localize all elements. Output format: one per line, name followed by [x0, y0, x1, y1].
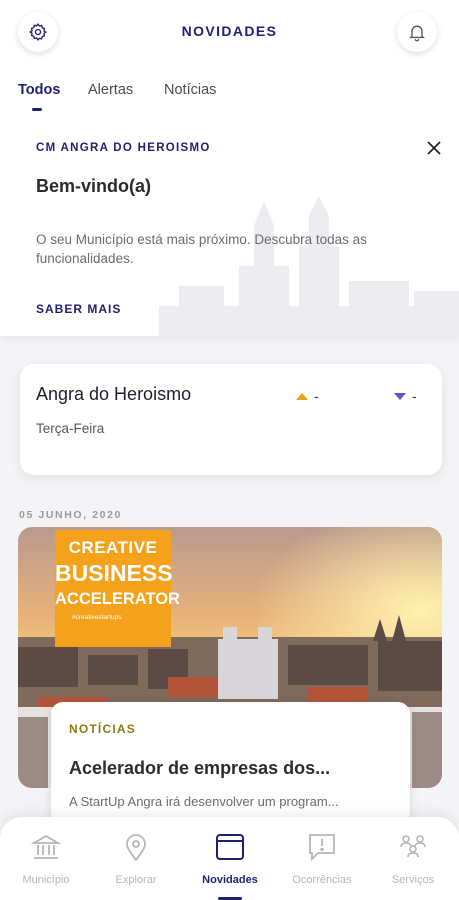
tab-bar: Todos Alertas Notícias — [0, 64, 459, 114]
news-title: Acelerador de empresas dos... — [69, 758, 331, 778]
map-pin-icon — [126, 834, 146, 862]
weather-day: Terça-Feira — [36, 421, 105, 436]
bell-icon — [409, 25, 425, 42]
min-temperature: - — [394, 388, 417, 404]
tab-noticias[interactable]: Notícias — [164, 82, 216, 98]
alert-bubble-icon — [309, 834, 335, 862]
top-bar: NOVIDADES — [0, 0, 459, 64]
active-tab-indicator — [32, 108, 42, 111]
welcome-text: O seu Município está mais próximo. Descu… — [36, 232, 367, 266]
nav-explorar[interactable]: Explorar — [90, 817, 182, 900]
nav-servicos[interactable]: Serviços — [367, 817, 459, 900]
welcome-kicker: CM ANGRA DO HEROISMO — [36, 142, 211, 154]
welcome-title: Bem-vindo(a) — [36, 176, 152, 196]
page-title: NOVIDADES — [181, 23, 278, 39]
nav-ocorrencias[interactable]: Ocorrências — [276, 817, 368, 900]
max-temperature: - — [296, 388, 319, 404]
news-excerpt: A StartUp Angra irá desenvolver um progr… — [69, 794, 339, 809]
news-icon — [216, 834, 244, 860]
close-icon — [427, 141, 441, 155]
nav-label: Ocorrências — [292, 874, 352, 886]
temperature-down-icon — [394, 392, 406, 400]
creative-business-accelerator-poster: CREATIVE BUSINESS ACCELERATOR #creatives… — [55, 530, 180, 647]
tab-alertas[interactable]: Alertas — [88, 82, 133, 98]
news-card[interactable]: NOTÍCIAS Acelerador de empresas dos... A… — [51, 702, 410, 824]
feed-date: 05 JUNHO, 2020 — [19, 509, 122, 521]
bottom-navigation: Município Explorar Novidades Ocorrências… — [0, 817, 459, 900]
nav-label: Explorar — [115, 874, 157, 886]
min-temperature-value: - — [412, 388, 417, 404]
tab-todos[interactable]: Todos — [18, 82, 60, 98]
max-temperature-value: - — [314, 388, 319, 404]
nav-label: Município — [22, 874, 70, 886]
nav-label: Serviços — [391, 874, 435, 886]
close-button[interactable] — [422, 136, 446, 160]
weather-city: Angra do Heroismo — [36, 384, 192, 404]
nav-municipio[interactable]: Município — [0, 817, 92, 900]
nav-novidades[interactable]: Novidades — [184, 817, 276, 900]
services-icon — [400, 835, 426, 858]
building-icon — [30, 834, 62, 859]
weather-card[interactable]: Angra do Heroismo Terça-Feira - - — [20, 364, 442, 475]
welcome-banner: CM ANGRA DO HEROISMO Bem-vindo(a) O seu … — [0, 114, 459, 336]
notifications-button[interactable] — [397, 12, 437, 52]
saber-mais-link[interactable]: SABER MAIS — [36, 302, 121, 316]
news-category: NOTÍCIAS — [69, 722, 136, 736]
temperature-up-icon — [296, 392, 308, 400]
nav-label: Novidades — [202, 874, 258, 886]
